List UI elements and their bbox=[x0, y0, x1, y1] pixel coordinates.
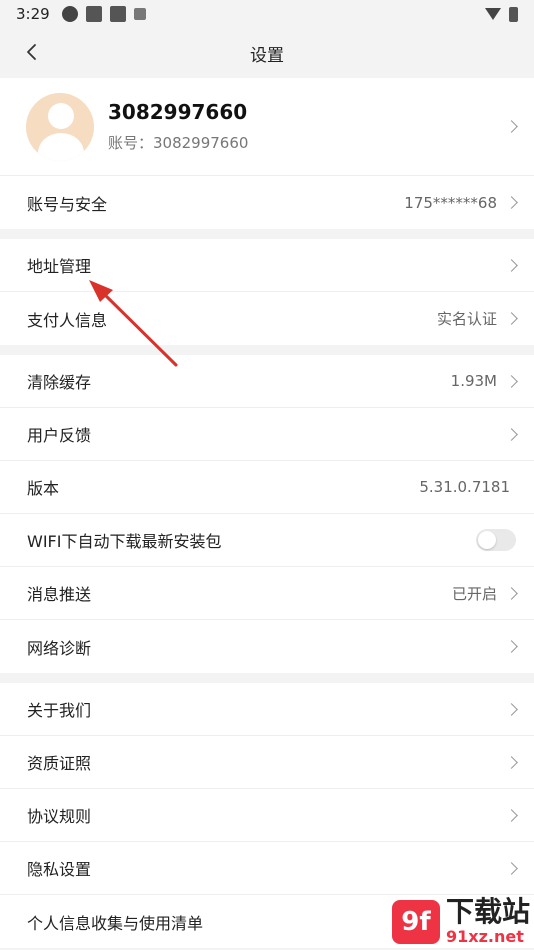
settings-group-address: 地址管理 支付人信息 实名认证 bbox=[0, 239, 534, 345]
notification-icon bbox=[109, 6, 126, 22]
status-time: 3:29 bbox=[16, 5, 50, 23]
chevron-right-icon bbox=[505, 120, 518, 133]
chevron-right-icon bbox=[505, 861, 518, 875]
profile-name: 3082997660 bbox=[108, 100, 248, 124]
chevron-right-icon bbox=[505, 312, 518, 325]
row-label: 网络诊断 bbox=[27, 638, 92, 658]
row-privacy-settings[interactable]: 隐私设置 bbox=[0, 842, 534, 895]
watermark-url: 91xz.net bbox=[445, 927, 524, 946]
chevron-right-icon bbox=[505, 755, 518, 769]
battery-icon bbox=[509, 6, 518, 22]
profile-account: 账号：3082997660 bbox=[108, 134, 249, 152]
page-title: 设置 bbox=[250, 45, 284, 66]
row-label: WIFI下自动下载最新安装包 bbox=[27, 532, 222, 551]
row-label: 支付人信息 bbox=[27, 310, 108, 330]
row-version: 版本 5.31.0.7181 bbox=[0, 461, 534, 514]
site-watermark: 9f 下载站 91xz.net bbox=[391, 895, 530, 946]
row-label: 隐私设置 bbox=[27, 860, 92, 879]
wifi-icon bbox=[485, 8, 501, 20]
status-bar: 3:29 bbox=[0, 0, 534, 28]
row-label: 地址管理 bbox=[27, 257, 92, 276]
row-payer-info[interactable]: 支付人信息 实名认证 bbox=[0, 292, 534, 345]
row-account-security[interactable]: 账号与安全 175******68 bbox=[0, 176, 534, 229]
chevron-right-icon bbox=[505, 586, 518, 600]
watermark-title: 下载站 bbox=[445, 895, 530, 928]
app-notification-icon bbox=[61, 6, 78, 22]
row-label: 关于我们 bbox=[27, 701, 92, 720]
notification-icon bbox=[133, 8, 146, 20]
chevron-right-icon bbox=[505, 196, 518, 209]
row-label: 清除缓存 bbox=[27, 373, 92, 392]
row-value: 实名认证 bbox=[436, 310, 497, 328]
navigation-bar: 设置 bbox=[0, 28, 534, 78]
row-agreements[interactable]: 协议规则 bbox=[0, 789, 534, 842]
row-label: 个人信息收集与使用清单 bbox=[27, 913, 204, 933]
row-label: 资质证照 bbox=[27, 754, 92, 773]
row-value: 5.31.0.7181 bbox=[419, 478, 510, 496]
avatar bbox=[26, 92, 94, 161]
notification-icon bbox=[85, 6, 102, 22]
back-arrow-icon[interactable] bbox=[22, 41, 44, 63]
row-label: 用户反馈 bbox=[27, 426, 92, 445]
row-network-diagnosis[interactable]: 网络诊断 bbox=[0, 620, 534, 673]
profile-card[interactable]: 3082997660 账号：3082997660 bbox=[0, 78, 534, 176]
row-user-feedback[interactable]: 用户反馈 bbox=[0, 408, 534, 461]
chevron-right-icon bbox=[505, 374, 518, 388]
chevron-right-icon bbox=[505, 258, 518, 272]
row-clear-cache[interactable]: 清除缓存 1.93M bbox=[0, 355, 534, 408]
row-address-management[interactable]: 地址管理 bbox=[0, 239, 534, 292]
row-label: 消息推送 bbox=[27, 585, 92, 604]
row-value: 175******68 bbox=[404, 193, 497, 212]
wifi-download-toggle[interactable] bbox=[476, 529, 516, 551]
chevron-right-icon bbox=[505, 640, 518, 653]
settings-group-account: 3082997660 账号：3082997660 账号与安全 175******… bbox=[0, 78, 534, 229]
watermark-logo: 9f bbox=[391, 899, 440, 944]
row-value: 已开启 bbox=[451, 584, 497, 603]
row-label: 协议规则 bbox=[27, 807, 92, 826]
row-qualifications[interactable]: 资质证照 bbox=[0, 736, 534, 789]
chevron-right-icon bbox=[505, 427, 518, 441]
row-wifi-auto-download: WIFI下自动下载最新安装包 bbox=[0, 514, 534, 567]
row-label: 版本 bbox=[27, 479, 60, 498]
row-message-push[interactable]: 消息推送 已开启 bbox=[0, 567, 534, 620]
settings-group-general: 清除缓存 1.93M 用户反馈 版本 5.31.0.7181 WIFI下自动下载… bbox=[0, 355, 534, 673]
row-value: 1.93M bbox=[450, 372, 497, 390]
chevron-right-icon bbox=[505, 808, 518, 822]
row-label: 账号与安全 bbox=[27, 194, 108, 214]
row-about-us[interactable]: 关于我们 bbox=[0, 683, 534, 736]
chevron-right-icon bbox=[505, 702, 518, 716]
